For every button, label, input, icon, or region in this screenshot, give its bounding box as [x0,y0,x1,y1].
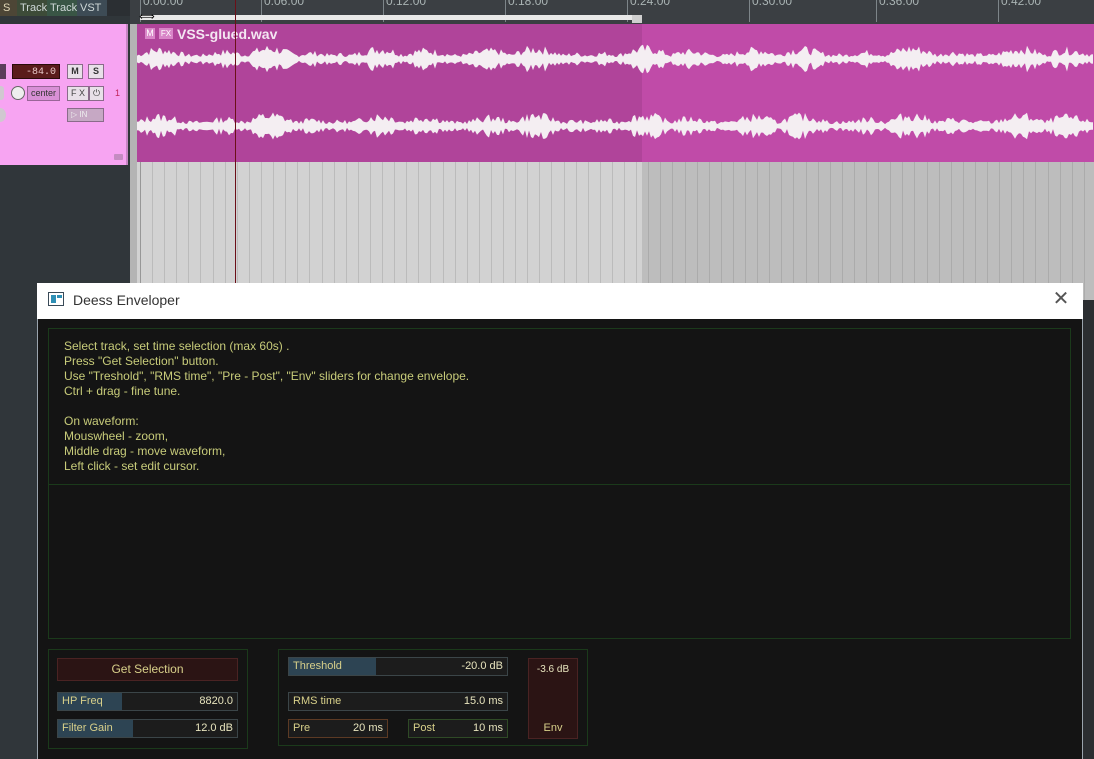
track-number: 1 [115,88,121,98]
slider-value: 20 ms [353,722,383,734]
close-icon[interactable]: ✕ [1052,289,1070,309]
monitor-button[interactable] [0,86,4,100]
resize-cursor-icon[interactable]: ⟺ [139,12,155,23]
slider-label: Threshold [293,660,342,672]
instructions-text: Select track, set time selection (max 60… [64,339,470,473]
slider-value: 15.0 ms [463,695,503,707]
waveform-channel [137,112,1093,140]
timeline-tick-label: 0:42.00 [1001,0,1042,8]
get-selection-button[interactable]: Get Selection [57,658,238,681]
timeline-tick [998,0,999,22]
pan-knob[interactable] [11,86,25,100]
slider-label: RMS time [293,695,342,707]
toolbar-spacer [107,0,130,16]
window-title: Deess Enveloper [73,292,180,308]
post-slider[interactable]: Post 10 ms [408,719,508,738]
pre-slider[interactable]: Pre 20 ms [288,719,388,738]
toolbar-tab-track[interactable]: Track [47,0,77,16]
pan-value[interactable]: center [27,86,60,101]
folder-icon[interactable] [114,154,123,160]
input-button[interactable]: ▷ IN [67,108,104,122]
timeline-tick-label: 0:30.00 [752,0,793,8]
slider-value: 8820.0 [199,695,233,707]
time-selection-bar[interactable] [140,15,640,20]
env-label: Env [543,722,563,734]
timeline-tick-label: 0:00.00 [143,0,184,8]
toolbar-tab-s[interactable]: S [0,0,17,16]
item-name: VSS-glued.wav [177,26,278,42]
timeline-tick-label: 0:06.00 [264,0,305,8]
timeline-tick-label: 0:24.00 [630,0,671,8]
app-icon [48,292,64,306]
slider-label: HP Freq [62,695,103,707]
time-selection-end-handle[interactable] [632,15,642,23]
slider-value: 12.0 dB [195,722,233,734]
track-volume-fader[interactable]: -84.0 [12,64,60,79]
slider-label: Filter Gain [62,722,113,734]
slider-value: 10 ms [473,722,503,734]
input-label: IN [79,110,88,119]
threshold-slider[interactable]: Threshold -20.0 dB [288,657,508,676]
window-titlebar[interactable] [37,283,1083,319]
timeline-tick-label: 0:18.00 [508,0,549,8]
timeline-ruler[interactable]: 0:00.00 0:06.00 0:12.00 0:18.00 0:24.00 … [130,0,1094,24]
timeline-tick-label: 0:12.00 [386,0,427,8]
solo-button[interactable]: S [88,64,104,79]
waveform-channel [137,44,1093,74]
slider-label: Pre [293,722,311,734]
hp-freq-slider[interactable]: HP Freq 8820.0 [57,692,238,711]
fx-bypass-icon[interactable]: ⏻ [89,86,104,101]
timeline-tick [749,0,750,22]
item-fx-icon[interactable]: FX [159,28,173,39]
play-icon: ▷ [71,110,78,119]
toolbar-tab-track[interactable]: Track [17,0,47,16]
toolbar-tab-vst[interactable]: VST [77,0,107,16]
slider-value: -20.0 dB [461,660,503,672]
mute-button[interactable]: M [67,64,83,79]
timeline-tick-label: 0:36.00 [879,0,920,8]
record-arm-button[interactable] [0,64,6,79]
filter-gain-slider[interactable]: Filter Gain 12.0 dB [57,719,238,738]
rms-time-slider[interactable]: RMS time 15.0 ms [288,692,508,711]
fx-button[interactable]: F X [67,86,89,101]
timeline-tick [876,0,877,22]
item-waveform [137,44,1093,140]
item-mute-icon[interactable]: M [145,28,155,39]
env-value: -3.6 dB [536,664,570,675]
waveform-display[interactable] [48,484,1071,639]
slider-label: Post [413,722,436,734]
